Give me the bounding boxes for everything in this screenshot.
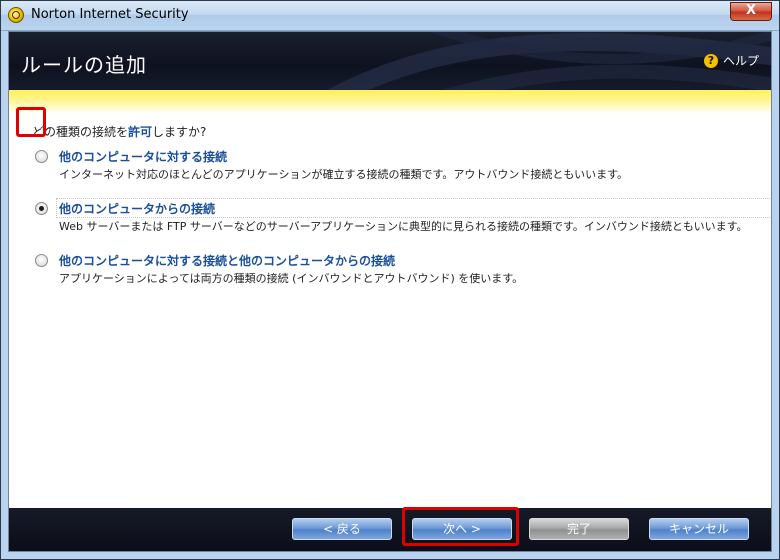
radio-both[interactable] xyxy=(35,254,48,267)
highlight-box-next xyxy=(402,507,519,546)
back-button[interactable]: < 戻る xyxy=(292,518,392,540)
question-text: どの種類の接続を許可しますか? xyxy=(32,123,206,140)
help-label: ヘルプ xyxy=(722,54,759,68)
radio-outbound[interactable] xyxy=(35,150,48,163)
option-title: 他のコンピュータからの接続 xyxy=(59,202,216,216)
finish-button[interactable]: 完了 xyxy=(529,518,629,540)
question-highlight: 許可 xyxy=(128,125,153,139)
highlight-box-radio xyxy=(16,107,46,137)
dialog-footer: < 戻る 次へ > 完了 キャンセル xyxy=(9,508,771,551)
option-description: アプリケーションによっては両方の種類の接続 (インバウンドとアウトバウンド) を… xyxy=(59,272,524,285)
option-description: Web サーバーまたは FTP サーバーなどのサーバーアプリケーションに典型的に… xyxy=(59,220,748,233)
app-window: Norton Internet Security X ルールの追加 ? ヘルプ … xyxy=(0,0,780,560)
norton-logo-icon xyxy=(8,7,24,23)
dialog-client: ルールの追加 ? ヘルプ どの種類の接続を許可しますか? 他のコンピュータに対す… xyxy=(8,31,772,552)
radio-inbound[interactable] xyxy=(35,202,48,215)
dialog-header: ルールの追加 ? ヘルプ xyxy=(9,32,771,90)
question-prefix: どの種類の接続を xyxy=(32,125,129,139)
title-bar[interactable]: Norton Internet Security X xyxy=(1,1,779,31)
close-button[interactable]: X xyxy=(730,2,772,21)
window-title: Norton Internet Security xyxy=(31,7,189,22)
option-title: 他のコンピュータに対する接続と他のコンピュータからの接続 xyxy=(59,254,396,268)
help-link[interactable]: ? ヘルプ xyxy=(703,52,759,69)
question-suffix: しますか? xyxy=(152,125,207,139)
option-description: インターネット対応のほとんどのアプリケーションが確立する接続の種類です。アウトバ… xyxy=(59,168,629,181)
option-title: 他のコンピュータに対する接続 xyxy=(59,150,228,164)
page-title: ルールの追加 xyxy=(21,53,147,77)
cancel-button[interactable]: キャンセル xyxy=(649,518,749,540)
header-accent-band xyxy=(9,90,771,114)
help-icon: ? xyxy=(703,53,718,68)
header-swirl-decoration xyxy=(327,32,771,90)
